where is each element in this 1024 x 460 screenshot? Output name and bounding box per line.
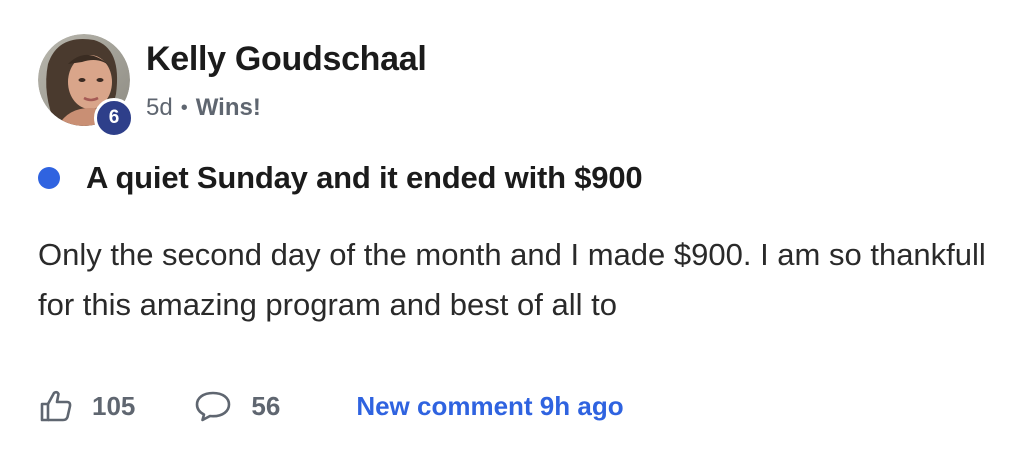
- comment-button[interactable]: 56: [193, 388, 280, 424]
- like-button[interactable]: 105: [38, 388, 135, 424]
- post-category[interactable]: Wins!: [196, 94, 261, 122]
- like-count: 105: [92, 390, 136, 421]
- unread-dot-icon: [38, 167, 60, 189]
- thumbs-up-icon[interactable]: [38, 388, 74, 424]
- meta-separator: •: [180, 96, 188, 119]
- post-footer: 105 56 New comment 9h ago: [38, 388, 624, 424]
- post-meta: 5d • Wins!: [146, 94, 261, 122]
- level-badge: 6: [94, 98, 134, 138]
- post-time[interactable]: 5d: [146, 94, 173, 122]
- comment-bubble-icon[interactable]: [193, 388, 233, 424]
- community-post: 6 Kelly Goudschaal 5d • Wins! A quiet Su…: [0, 0, 1024, 460]
- post-title-row[interactable]: A quiet Sunday and it ended with $900: [38, 160, 643, 196]
- avatar-container[interactable]: 6: [38, 34, 134, 138]
- comment-count: 56: [251, 390, 281, 421]
- new-comment-link[interactable]: New comment 9h ago: [356, 391, 623, 422]
- author-name[interactable]: Kelly Goudschaal: [146, 40, 427, 79]
- post-title[interactable]: A quiet Sunday and it ended with $900: [86, 160, 643, 196]
- post-body[interactable]: Only the second day of the month and I m…: [38, 230, 988, 330]
